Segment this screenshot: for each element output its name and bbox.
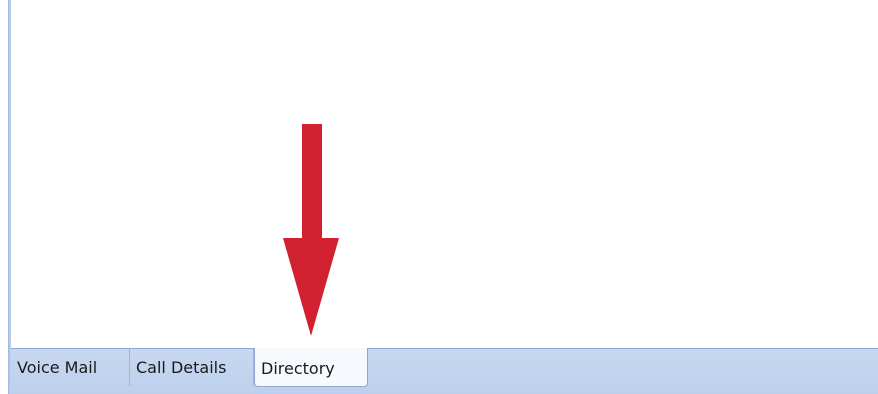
tab-directory[interactable]: Directory [254, 348, 368, 387]
content-pane [11, 0, 878, 348]
arrow-shaft [302, 124, 322, 240]
down-arrow-icon [283, 124, 339, 336]
bottom-tab-strip: Voice Mail Call Details Directory [11, 348, 878, 394]
tab-call-details[interactable]: Call Details [130, 349, 254, 386]
tab-voice-mail-label: Voice Mail [17, 358, 98, 377]
tab-directory-label: Directory [261, 359, 335, 378]
arrow-head [283, 238, 339, 336]
tab-voice-mail[interactable]: Voice Mail [11, 349, 130, 386]
application-window: Voice Mail Call Details Directory [0, 0, 878, 394]
tab-call-details-label: Call Details [136, 358, 227, 377]
